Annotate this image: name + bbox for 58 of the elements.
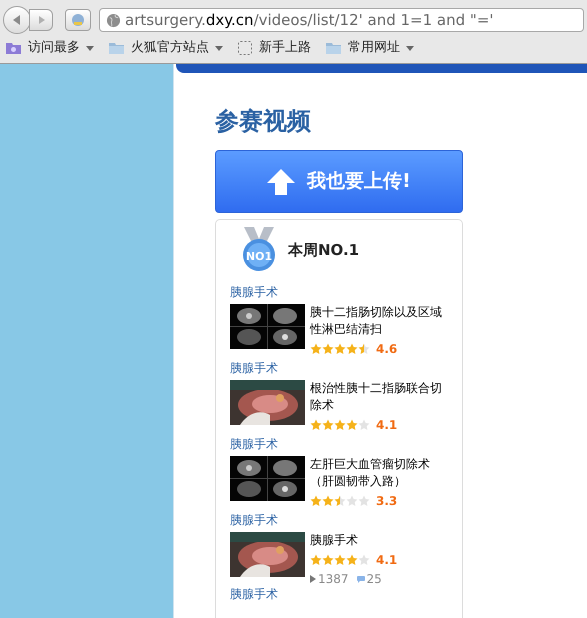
video-title[interactable]: 左肝巨大血管瘤切除术（肝圆韧带入路） <box>310 456 448 490</box>
category-link[interactable]: 胰腺手术 <box>230 284 448 301</box>
rating-score: 4.1 <box>376 552 398 569</box>
star-icon <box>346 554 358 566</box>
star-icon <box>334 495 346 507</box>
star-icon <box>310 419 322 431</box>
category-link[interactable]: 胰腺手术 <box>230 360 448 377</box>
bookmark-item[interactable]: 常用网址 <box>325 38 414 58</box>
page-heading: 参赛视频 <box>215 106 312 137</box>
star-icon <box>322 343 334 355</box>
video-title[interactable]: 根治性胰十二指肠联合切除术 <box>310 380 448 414</box>
star-icon <box>322 554 334 566</box>
comment-icon <box>356 576 365 582</box>
star-icon <box>334 343 346 355</box>
play-count: 1387 <box>318 571 349 588</box>
rating-score: 4.6 <box>376 341 398 358</box>
star-icon <box>334 554 346 566</box>
star-icon <box>358 554 370 566</box>
star-icon <box>310 495 322 507</box>
category-link[interactable]: 胰腺手术 <box>230 586 448 603</box>
back-icon <box>11 14 23 26</box>
star-icon <box>346 495 358 507</box>
globe-icon <box>106 12 121 28</box>
section-title: 本周NO.1 <box>288 240 360 261</box>
star-icon <box>334 419 346 431</box>
address-bar[interactable]: artsurgery.dxy.cn/videos/list/12' and 1=1 and "=' <box>99 8 584 32</box>
star-icon <box>346 343 358 355</box>
star-icon <box>358 419 370 431</box>
bookmark-item[interactable]: 新手上路 <box>237 38 311 58</box>
folder-icon <box>108 41 125 55</box>
rating-score: 4.1 <box>376 417 398 434</box>
forward-icon <box>36 15 46 25</box>
star-icon <box>358 343 370 355</box>
star-icon <box>322 495 334 507</box>
home-button[interactable] <box>65 9 91 31</box>
rating-score: 3.3 <box>376 493 398 510</box>
upload-arrow-icon <box>267 168 296 194</box>
home-icon <box>71 13 85 27</box>
folder-icon <box>5 41 22 55</box>
video-title[interactable]: 胰腺手术 <box>310 532 398 549</box>
folder-icon <box>325 41 342 55</box>
video-title[interactable]: 胰十二指肠切除以及区域性淋巴结清扫 <box>310 304 448 338</box>
star-icon <box>358 495 370 507</box>
star-icon <box>310 343 322 355</box>
star-icon <box>310 554 322 566</box>
url-text: artsurgery.dxy.cn/videos/list/12' and 1=1 and "=' <box>125 10 494 31</box>
bookmark-item[interactable]: 访问最多 <box>5 38 94 58</box>
page-icon <box>237 40 253 56</box>
category-link[interactable]: 胰腺手术 <box>230 436 448 453</box>
star-icon <box>346 419 358 431</box>
play-icon <box>310 575 316 583</box>
forward-button[interactable] <box>29 9 53 31</box>
star-icon <box>322 419 334 431</box>
bookmark-item[interactable]: 火狐官方站点 <box>108 38 223 58</box>
upload-button[interactable]: 我也要上传! <box>215 150 463 213</box>
back-button[interactable] <box>3 6 31 34</box>
category-link[interactable]: 胰腺手术 <box>230 512 448 529</box>
comment-count: 25 <box>366 571 382 588</box>
